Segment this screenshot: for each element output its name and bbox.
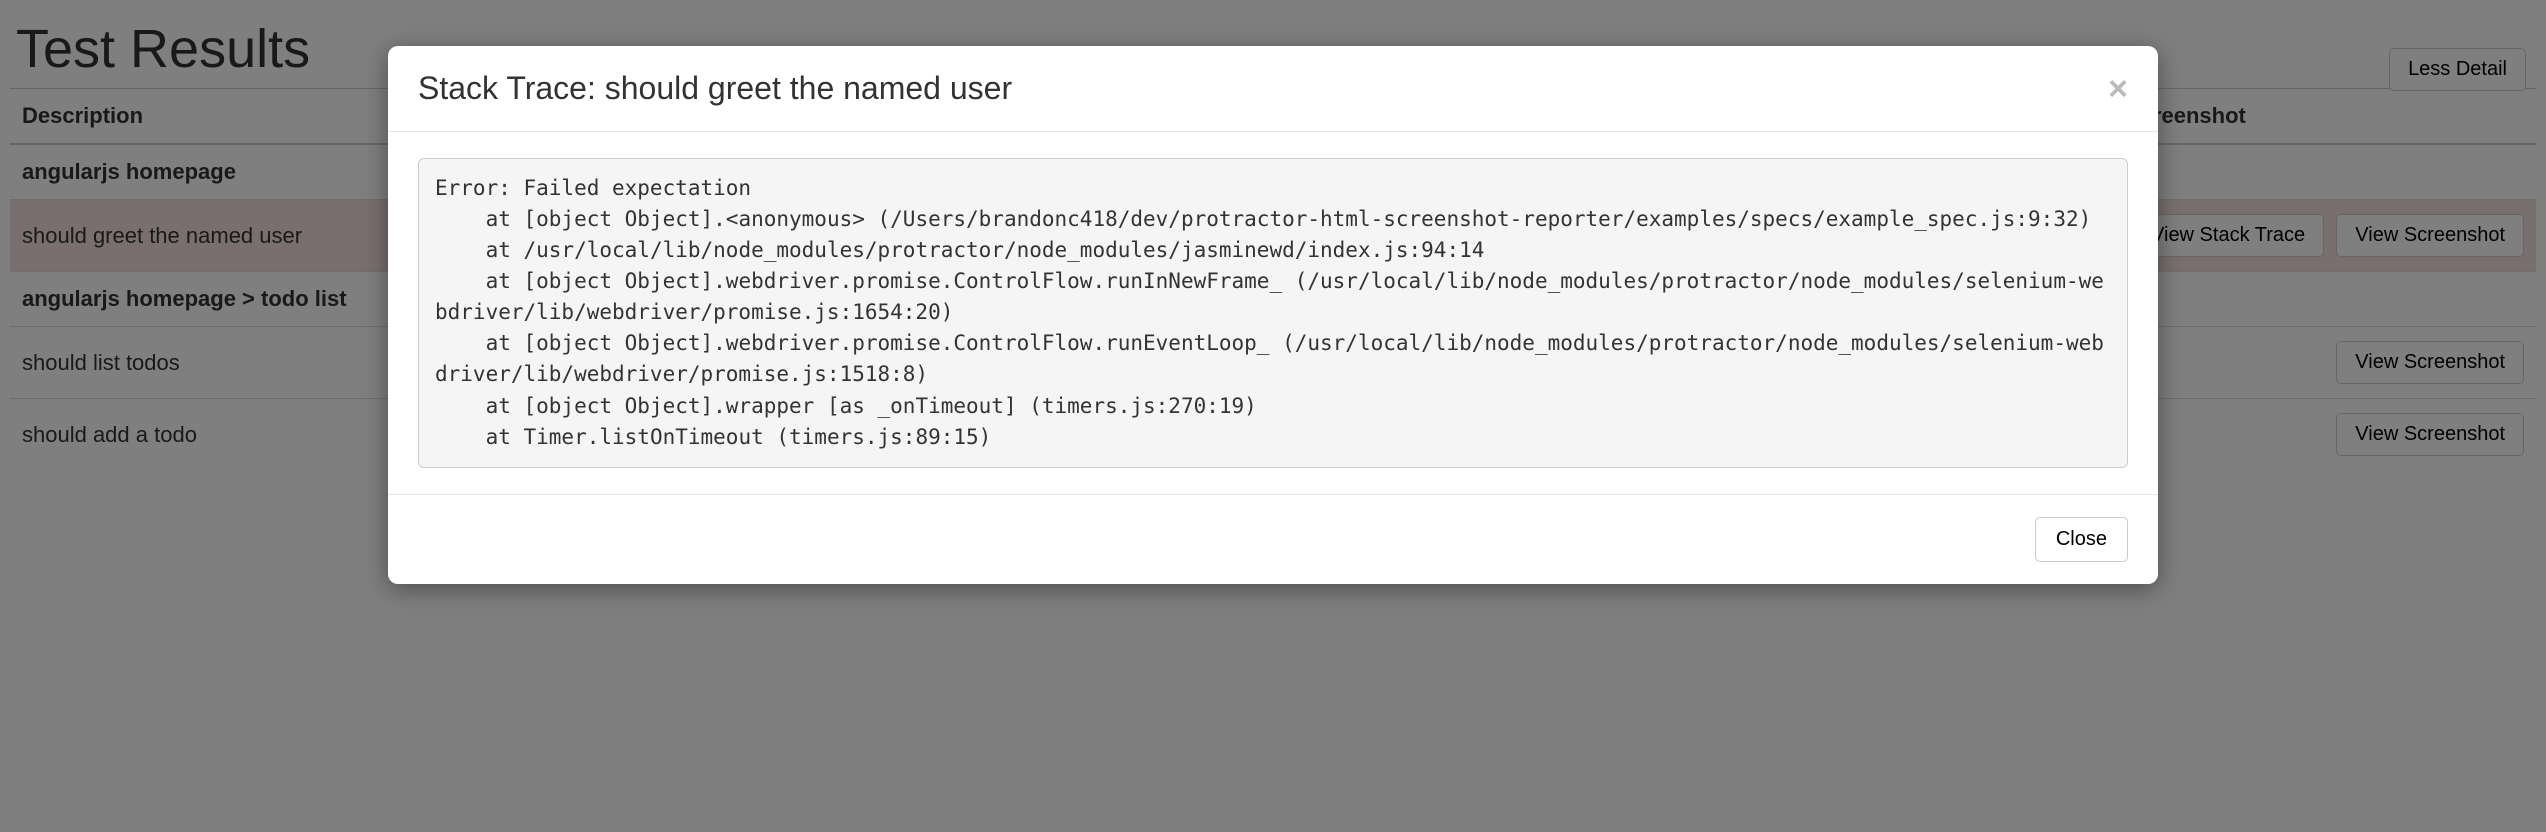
stack-trace-modal: Stack Trace: should greet the named user…: [388, 46, 2158, 584]
close-icon[interactable]: ×: [2108, 72, 2128, 106]
close-button[interactable]: Close: [2035, 517, 2128, 562]
modal-title: Stack Trace: should greet the named user: [418, 70, 1012, 107]
stack-trace-content: Error: Failed expectation at [object Obj…: [418, 158, 2128, 468]
